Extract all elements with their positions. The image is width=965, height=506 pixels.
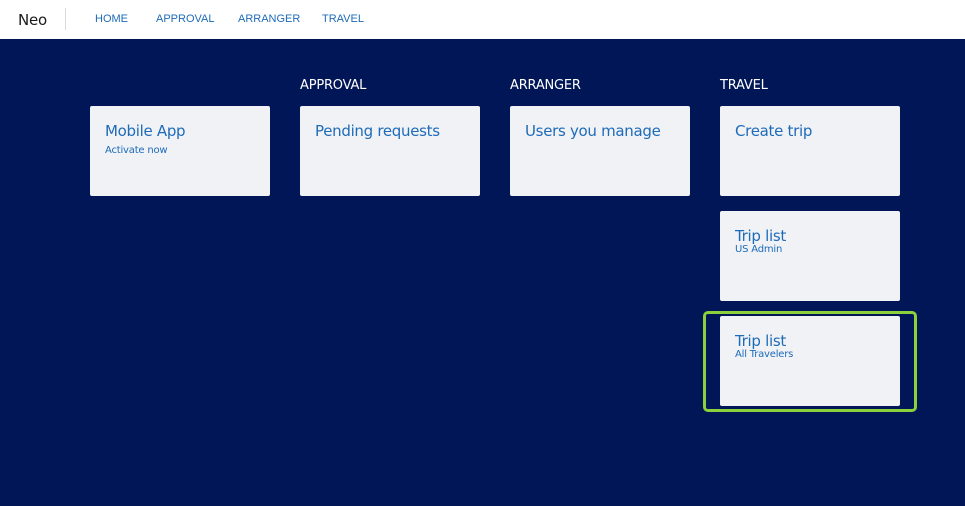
tile-trip-list-all-travelers[interactable]: Trip list All Travelers bbox=[720, 316, 900, 406]
tile-title: Create trip bbox=[735, 122, 813, 140]
tile-title: Pending requests bbox=[315, 122, 440, 140]
tile-subtitle: US Admin bbox=[735, 244, 783, 255]
tile-pending-requests[interactable]: Pending requests bbox=[300, 106, 480, 196]
nav-approval[interactable]: APPROVAL bbox=[156, 13, 215, 25]
column-header-arranger: ARRANGER bbox=[510, 78, 581, 93]
tile-users-you-manage[interactable]: Users you manage bbox=[510, 106, 690, 196]
nav-arranger[interactable]: ARRANGER bbox=[238, 13, 300, 25]
tile-subtitle: Activate now bbox=[105, 145, 168, 156]
column-header-travel: TRAVEL bbox=[720, 78, 768, 93]
tile-mobile-app[interactable]: Mobile App Activate now bbox=[90, 106, 270, 196]
tile-trip-list-us-admin[interactable]: Trip list US Admin bbox=[720, 211, 900, 301]
tile-title: Trip list bbox=[735, 227, 786, 245]
tile-subtitle: All Travelers bbox=[735, 349, 794, 360]
tile-create-trip[interactable]: Create trip bbox=[720, 106, 900, 196]
tile-title: Mobile App bbox=[105, 122, 186, 140]
top-nav-bar: Neo HOME APPROVAL ARRANGER TRAVEL bbox=[0, 0, 965, 39]
tile-title: Users you manage bbox=[525, 122, 661, 140]
tile-title: Trip list bbox=[735, 332, 786, 350]
brand-logo[interactable]: Neo bbox=[18, 11, 47, 29]
column-header-approval: APPROVAL bbox=[300, 78, 367, 93]
brand-divider bbox=[65, 8, 66, 30]
nav-home[interactable]: HOME bbox=[95, 13, 128, 25]
nav-travel[interactable]: TRAVEL bbox=[322, 13, 364, 25]
